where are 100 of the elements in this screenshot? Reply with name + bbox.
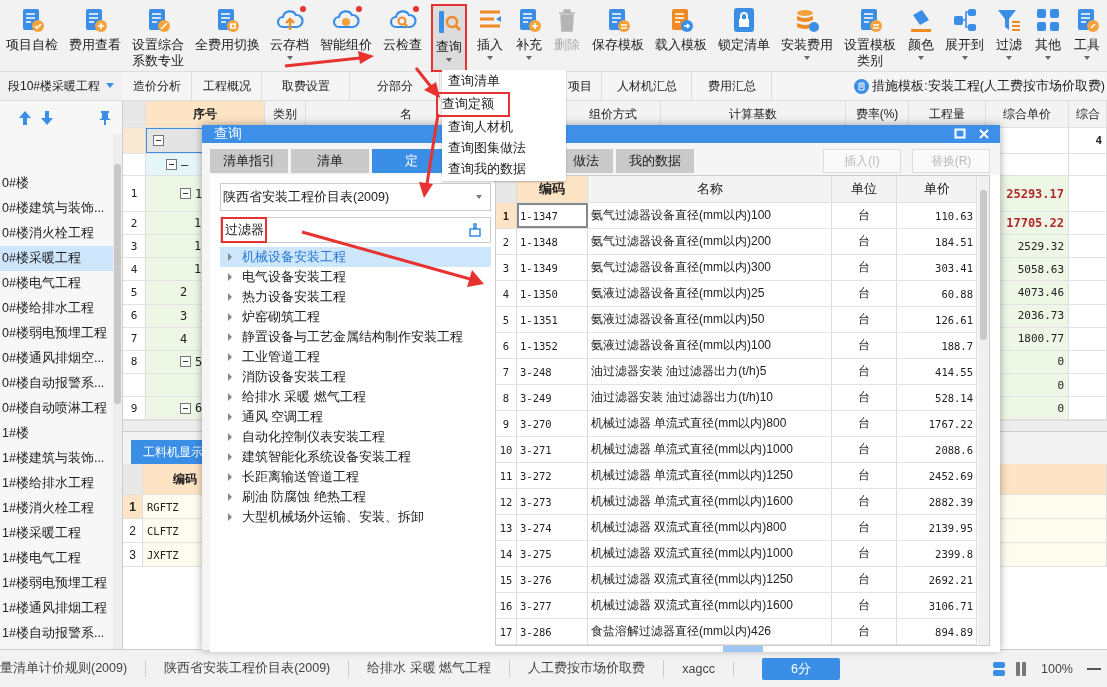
project-tree-item[interactable]: 0#楼自动报警系... [0, 371, 113, 396]
page-tab[interactable]: 人材机汇总 [602, 72, 692, 100]
project-tree-item[interactable]: 0#楼弱电预埋工程 [0, 321, 113, 346]
project-tree-item[interactable]: 0#楼给排水工程 [0, 296, 113, 321]
toolbar-button[interactable]: 保存模板 [590, 4, 647, 68]
toolbar-button[interactable]: 项目自检 [4, 4, 60, 68]
resize-handle[interactable] [722, 646, 763, 652]
table-cell: 3-272 [517, 463, 588, 488]
toolbar-button[interactable]: 载入模板 [653, 4, 710, 68]
toolbar-button[interactable]: 安装费用 [778, 4, 835, 68]
category-tree-item[interactable]: 通风 空调工程 [220, 407, 491, 427]
expand-arrow-icon [228, 333, 232, 341]
project-tree-item[interactable]: 1#楼电气工程 [0, 546, 113, 571]
category-tree-item[interactable]: 静置设备与工艺金属结构制作安装工程 [220, 327, 491, 347]
category-tree-item[interactable]: 工业管道工程 [220, 347, 491, 367]
menu-item[interactable]: 查询定额 [438, 94, 508, 115]
toolbar-button[interactable]: 全费用切换 [192, 4, 262, 68]
expand-arrow-icon [228, 373, 232, 381]
category-label: 炉窑砌筑工程 [242, 308, 320, 326]
move-down-icon[interactable] [40, 109, 54, 126]
toolbar-button[interactable]: 展开到 [943, 4, 987, 68]
expand-arrow-icon [228, 253, 232, 261]
table-cell: 5058.63 [1017, 262, 1064, 276]
dialog-title: 查询 [214, 125, 242, 143]
table-cell: 氨气过滤器设备直径(mm以内)300 [588, 255, 832, 280]
table-cell: 机械过滤器 双流式直径(mm以内)1000 [588, 541, 832, 566]
table-cell: 机械过滤器 双流式直径(mm以内)1600 [588, 593, 832, 618]
search-field[interactable]: 过滤器 [220, 217, 491, 243]
table-cell: 台 [832, 307, 897, 332]
category-tree-item[interactable]: 长距离输送管道工程 [220, 467, 491, 487]
page-tab[interactable]: 取费设置 [262, 72, 350, 100]
project-tree-item[interactable]: 0#楼建筑与装饰... [0, 196, 113, 221]
expand-arrow-icon [228, 353, 232, 361]
toolbar-button[interactable]: 颜色 [904, 4, 937, 68]
toolbar-button[interactable]: 查询 [432, 6, 465, 70]
scrollbar[interactable] [978, 176, 989, 645]
project-tree-item[interactable]: 0#楼电气工程 [0, 271, 113, 296]
table-cell: 1-1349 [517, 255, 588, 280]
toolbar-button[interactable]: 工具 [1070, 4, 1103, 68]
toolbar-button[interactable]: 智能组价 [318, 4, 375, 68]
collapse-toggle[interactable] [180, 188, 191, 200]
page-tab[interactable]: 费用汇总 [692, 72, 772, 100]
project-tree-item[interactable]: 1#楼 [0, 421, 113, 446]
toolbar-button[interactable]: 插入 [473, 4, 506, 68]
maximize-icon[interactable] [954, 128, 966, 140]
category-tree-item[interactable]: 电气设备安装工程 [220, 267, 491, 287]
table-cell: 4 [1095, 134, 1102, 148]
table-cell: 1 [195, 186, 203, 201]
project-tree-item[interactable]: 1#楼采暖工程 [0, 521, 113, 546]
toolbar-button[interactable]: 设置模板 类别 [841, 4, 898, 68]
table-cell: 1-1352 [517, 333, 588, 358]
category-label: 电气设备安装工程 [242, 268, 346, 286]
page-tab[interactable]: 工程概况 [192, 72, 262, 100]
dialog-tab[interactable]: 清单 [291, 149, 369, 173]
project-tree-item[interactable]: 1#楼建筑与装饰... [0, 446, 113, 471]
project-tree-item[interactable]: 1#楼自动报警系... [0, 621, 113, 646]
split-view-icon[interactable] [1015, 660, 1027, 677]
project-tree-item[interactable]: 0#楼自动喷淋工程 [0, 396, 113, 421]
collapse-toggle[interactable] [153, 135, 164, 147]
project-tree-item[interactable]: 0#楼消火栓工程 [0, 221, 113, 246]
clear-icon[interactable] [468, 223, 482, 237]
project-tree-item[interactable]: 1#楼给排水工程 [0, 471, 113, 496]
toolbar-button[interactable]: 过滤 [993, 4, 1026, 68]
project-tree-item[interactable]: 0#楼 [0, 171, 113, 196]
page-tab[interactable]: 造价分析 [122, 72, 192, 100]
project-tree-item[interactable]: 1#楼通风排烟工程 [0, 596, 113, 621]
pin-icon[interactable] [98, 109, 112, 126]
toolbar-button[interactable]: 补充 [512, 4, 545, 68]
category-tree-item[interactable]: 消防设备安装工程 [220, 367, 491, 387]
list-view-icon[interactable] [993, 660, 1005, 677]
table-cell: 油过滤器安装 油过滤器出力(t/h)5 [588, 359, 832, 384]
project-tree-item[interactable]: 1#楼消火栓工程 [0, 496, 113, 521]
collapse-toggle[interactable] [180, 402, 191, 414]
toolbar-button[interactable]: 云存档 [268, 4, 312, 68]
category-tree-item[interactable]: 机械设备安装工程 [220, 247, 491, 267]
menu-item[interactable]: 查询清单 [442, 71, 566, 92]
dialog-tab[interactable]: 清单指引 [210, 149, 288, 173]
collapse-toggle[interactable] [166, 159, 177, 171]
close-icon[interactable] [978, 128, 990, 140]
table-cell: 机械过滤器 双流式直径(mm以内)800 [588, 515, 832, 540]
table-cell: 184.51 [897, 229, 977, 254]
collapse-toggle[interactable] [180, 356, 191, 368]
table-cell: 台 [832, 567, 897, 592]
category-tree-item[interactable]: 热力设备安装工程 [220, 287, 491, 307]
category-tree-item[interactable]: 炉窑砌筑工程 [220, 307, 491, 327]
toolbar-button[interactable]: 费用查看 [66, 4, 123, 68]
project-tree-item[interactable]: 1#楼弱电预埋工程 [0, 571, 113, 596]
toolbar-button[interactable]: 其他 [1032, 4, 1065, 68]
project-tree-item[interactable]: 0#楼通风排烟空... [0, 346, 113, 371]
project-dropdown[interactable]: 段10#楼采暖工程 [0, 72, 122, 100]
move-up-icon[interactable] [18, 109, 32, 126]
table-cell: 台 [832, 203, 897, 228]
project-tree-item[interactable]: 0#楼采暖工程 [0, 246, 113, 271]
toolbar-button[interactable]: 云检查 [381, 4, 425, 68]
category-tree-item[interactable]: 给排水 采暖 燃气工程 [220, 387, 491, 407]
scrollbar[interactable] [113, 134, 122, 649]
toolbar-button[interactable]: 设置综合 系数专业 [129, 4, 186, 68]
toolbar-button[interactable]: 锁定清单 [715, 4, 772, 68]
table-cell: 机械过滤器 双流式直径(mm以内)1250 [588, 567, 832, 592]
dialog-tab[interactable]: 我的数据 [616, 149, 694, 173]
